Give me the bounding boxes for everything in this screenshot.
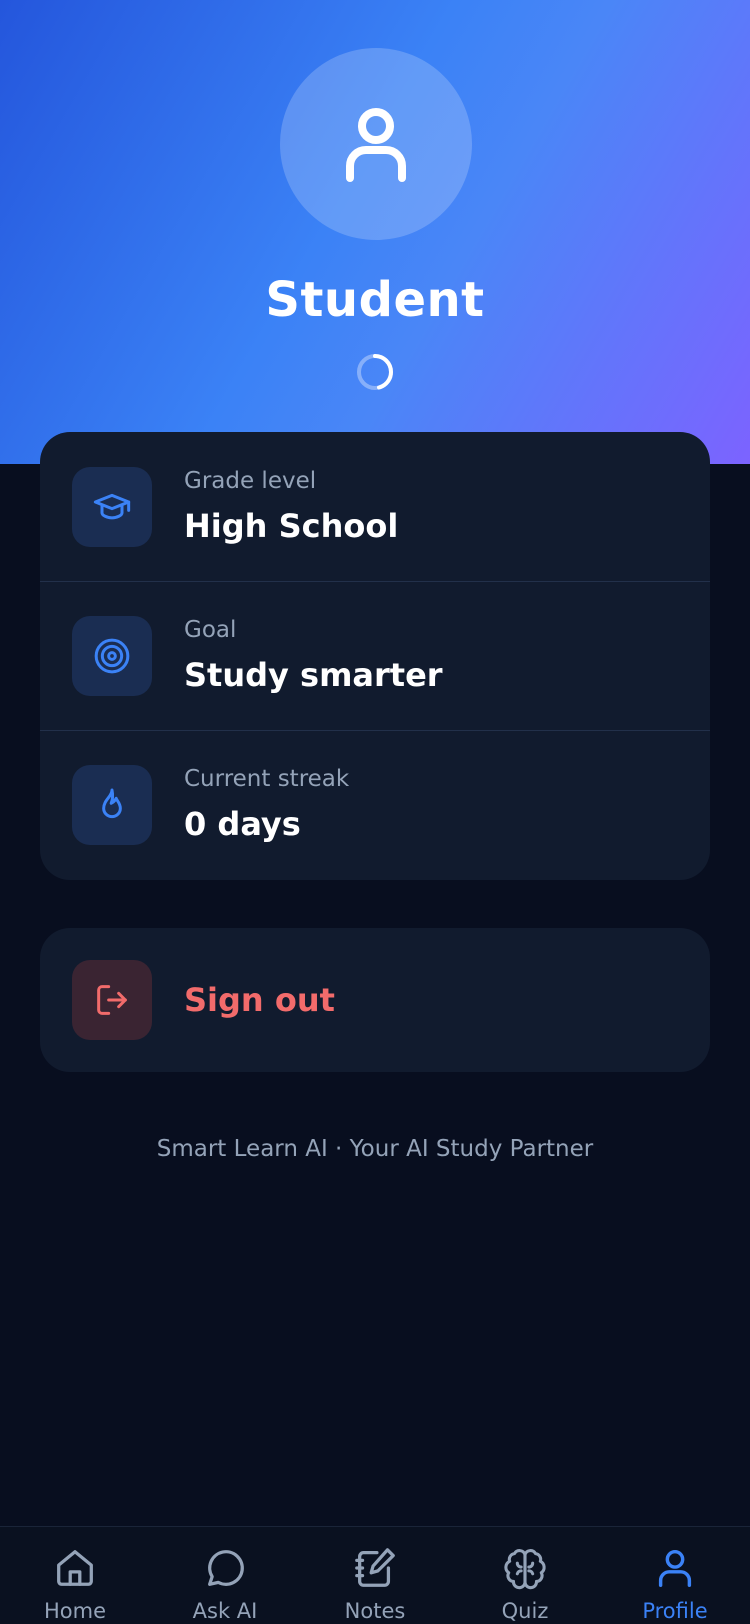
profile-details-card: Grade level High School Goal Study smart…: [40, 432, 710, 880]
detail-label: Current streak: [184, 766, 350, 792]
detail-text: Grade level High School: [184, 466, 398, 548]
tab-label: Profile: [642, 1599, 708, 1623]
user-icon: [346, 108, 406, 182]
sign-out-button[interactable]: Sign out: [40, 928, 710, 1072]
sign-out-label: Sign out: [184, 981, 335, 1019]
tab-label: Ask AI: [192, 1599, 258, 1623]
log-out-icon: [97, 985, 127, 1015]
grade-icon-box: [72, 466, 152, 547]
detail-row-grade-level: Grade level High School: [40, 432, 710, 581]
tab-notes[interactable]: Notes: [300, 1527, 450, 1624]
profile-screen: Student Grade level High School Goal Stu…: [0, 0, 750, 1624]
tab-home[interactable]: Home: [0, 1527, 150, 1624]
app-tagline: Smart Learn AI · Your AI Study Partner: [156, 1136, 594, 1162]
notebook-icon: [355, 1548, 395, 1587]
flame-icon: [102, 788, 122, 819]
chat-bubble-icon: [208, 1550, 244, 1586]
bottom-tab-bar: Home Ask AI Notes Quiz Profile: [0, 1526, 750, 1624]
detail-value: Study smarter: [184, 656, 443, 694]
goal-icon-box: [72, 616, 152, 696]
detail-text: Current streak 0 days: [184, 764, 349, 846]
home-icon: [57, 1550, 93, 1586]
detail-row-goal: Goal Study smarter: [40, 581, 710, 730]
tab-label: Quiz: [501, 1599, 549, 1623]
graduation-cap-icon: [93, 493, 131, 519]
detail-label: Goal: [184, 617, 237, 643]
detail-label: Grade level: [184, 467, 317, 494]
detail-row-current-streak: Current streak 0 days: [40, 730, 710, 879]
profile-name: Student: [265, 272, 485, 328]
sign-out-icon-box: [72, 960, 152, 1040]
tab-quiz[interactable]: Quiz: [450, 1527, 600, 1624]
loading-spinner-icon: [357, 354, 394, 390]
brain-icon: [504, 1549, 546, 1590]
detail-text: Goal Study smarter: [184, 615, 443, 697]
profile-header: Student: [0, 0, 750, 464]
tab-label: Notes: [344, 1599, 406, 1623]
avatar: [280, 48, 472, 240]
tab-label: Home: [43, 1599, 106, 1623]
streak-icon-box: [72, 765, 152, 845]
tab-ask-ai[interactable]: Ask AI: [150, 1527, 300, 1624]
user-icon: [658, 1549, 692, 1587]
tab-profile[interactable]: Profile: [600, 1527, 750, 1624]
detail-value: 0 days: [184, 805, 301, 843]
detail-value: High School: [184, 506, 399, 545]
target-icon: [94, 638, 130, 674]
